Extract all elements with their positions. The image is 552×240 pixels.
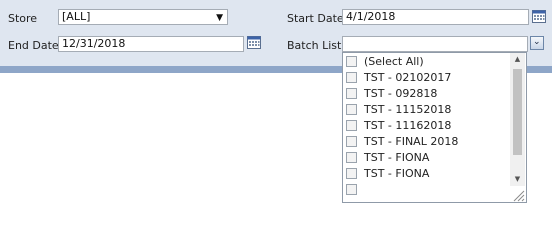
start-date-input[interactable]: 4/1/2018 [342,9,529,25]
checkbox[interactable] [346,167,357,179]
batch-option[interactable]: TST - 092818 [346,86,437,102]
batch-list-input[interactable] [342,36,528,52]
scroll-up-icon[interactable]: ▲ [510,53,525,65]
checkbox[interactable] [346,119,357,131]
batch-list-label: Batch List [287,39,342,52]
start-date-label: Start Date [287,12,344,25]
store-select[interactable]: [ALL] ▼ [58,9,228,25]
scrollbar-thumb[interactable] [513,69,522,155]
dropdown-scrollbar[interactable]: ▲ ▼ [510,53,525,186]
batch-option[interactable]: TST - 11162018 [346,118,451,134]
end-date-input[interactable]: 12/31/2018 [58,36,244,52]
checkbox[interactable] [346,87,357,99]
end-date-label: End Date [8,39,59,52]
batch-option[interactable]: TST - 02102017 [346,70,451,86]
batch-list-dropdown: (Select All) TST - 02102017 TST - 092818… [342,52,527,203]
batch-option-partial[interactable] [346,182,364,198]
chevron-down-icon: ⌄ [533,37,541,47]
batch-option[interactable]: TST - 11152018 [346,102,451,118]
batch-option[interactable]: TST - FIONA [346,166,429,182]
triangle-down-icon: ▼ [216,13,223,23]
batch-option[interactable]: TST - FINAL 2018 [346,134,458,150]
resize-grip-icon[interactable] [511,188,525,202]
calendar-icon[interactable] [247,35,261,49]
batch-list-dropdown-button[interactable]: ⌄ [530,36,544,50]
batch-option-select-all[interactable]: (Select All) [346,54,424,70]
checkbox[interactable] [346,135,357,147]
store-select-value: [ALL] [62,10,91,23]
checkbox[interactable] [346,71,357,83]
checkbox[interactable] [346,55,357,67]
checkbox[interactable] [346,103,357,115]
checkbox[interactable] [346,151,357,163]
batch-option[interactable]: TST - FIONA [346,150,429,166]
checkbox[interactable] [346,183,357,195]
scroll-down-icon[interactable]: ▼ [510,173,525,185]
store-label: Store [8,12,38,25]
calendar-icon[interactable] [532,9,546,23]
